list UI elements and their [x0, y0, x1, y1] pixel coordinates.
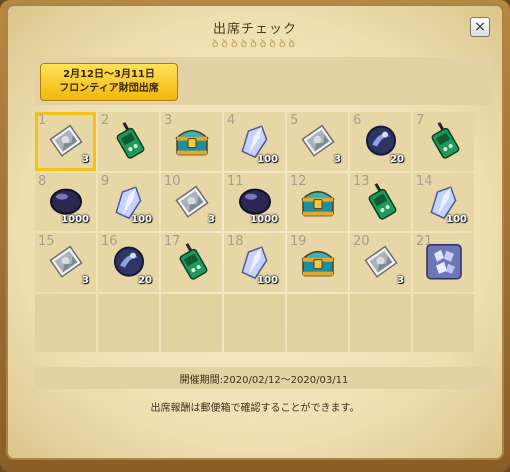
reward-cell-day-19[interactable]: 19 [287, 233, 348, 292]
empty-cell [350, 293, 411, 352]
day-number: 2 [101, 113, 110, 128]
attendance-calendar: 1 3 2 3 4 100 5 3 6 20 7 8 1000 9 100 10 3 11 1000 12 13 14 10… [35, 112, 476, 360]
reward-cell-day-10[interactable]: 10 3 [161, 172, 222, 231]
reward-cell-day-1[interactable]: 13 [35, 112, 96, 171]
reward-cell-day-7[interactable]: 7 [413, 112, 474, 171]
radio-icon [427, 122, 461, 164]
event-tab-button[interactable]: 2月12日～3月11日 フロンティア財団出席 [40, 63, 178, 101]
item-quantity: 100 [131, 214, 152, 225]
empty-cell [413, 293, 474, 352]
radio-icon [112, 122, 146, 164]
item-quantity: 20 [138, 274, 152, 286]
empty-cell [224, 293, 285, 352]
day-number: 5 [290, 113, 299, 128]
item-quantity: 1000 [61, 214, 89, 225]
reward-cell-day-11[interactable]: 11 1000 [224, 172, 285, 231]
chest-icon [298, 243, 338, 285]
reward-cell-day-21[interactable]: 21 [413, 233, 474, 292]
radio-icon [175, 243, 209, 285]
day-number: 4 [227, 113, 236, 128]
reward-cell-day-6[interactable]: 6 20 [350, 112, 411, 171]
day-number: 8 [38, 173, 47, 189]
reward-cell-day-9[interactable]: 9 100 [98, 172, 159, 231]
chest-icon [298, 182, 338, 224]
reward-cell-day-20[interactable]: 20 3 [350, 233, 411, 292]
reward-cell-day-13[interactable]: 13 [350, 172, 411, 231]
item-quantity: 3 [208, 214, 215, 225]
event-name: フロンティア財団出席 [59, 83, 159, 94]
photo-icon [47, 122, 85, 164]
reward-cell-day-18[interactable]: 18 100 [224, 233, 285, 292]
photo-icon [47, 243, 85, 285]
day-number: 9 [101, 173, 110, 189]
event-period: 開催期間:2020/02/12～2020/03/11 [35, 367, 493, 389]
item-quantity: 100 [257, 274, 278, 286]
close-icon: × [474, 19, 486, 35]
radio-icon [364, 182, 398, 224]
empty-cell [98, 293, 159, 352]
photo-icon [299, 122, 337, 164]
day-number: 6 [353, 113, 362, 128]
reward-cell-day-8[interactable]: 8 1000 [35, 172, 96, 231]
event-date-range: 2月12日～3月11日 [63, 69, 155, 80]
item-quantity: 100 [446, 214, 467, 225]
chest-icon [172, 122, 212, 164]
reward-cell-day-16[interactable]: 16 20 [98, 233, 159, 292]
reward-cell-day-3[interactable]: 3 [161, 112, 222, 171]
item-quantity: 20 [390, 153, 404, 165]
reward-cell-day-14[interactable]: 14 100 [413, 172, 474, 231]
reward-cell-day-12[interactable]: 12 [287, 172, 348, 231]
close-button[interactable]: × [470, 17, 490, 37]
reward-cell-day-17[interactable]: 17 [161, 233, 222, 292]
item-quantity: 100 [257, 153, 278, 165]
empty-cell [287, 293, 348, 352]
photo-icon [173, 182, 211, 224]
photo-icon [362, 243, 400, 285]
item-quantity: 3 [82, 153, 89, 165]
title-ornament: ꝺꝺꝺꝺꝺꝺꝺꝺꝺ [211, 37, 299, 50]
empty-cell [35, 293, 96, 352]
reward-cell-day-4[interactable]: 4 100 [224, 112, 285, 171]
empty-cell [161, 293, 222, 352]
item-quantity: 1000 [250, 214, 278, 225]
day-number: 7 [416, 113, 425, 128]
item-quantity: 3 [397, 274, 404, 286]
reward-cell-day-15[interactable]: 15 3 [35, 233, 96, 292]
reward-note: 出席報酬は郵便箱で確認することができます。 [150, 403, 360, 414]
reward-cell-day-5[interactable]: 53 [287, 112, 348, 171]
item-quantity: 3 [82, 274, 89, 286]
crystal-bundle-icon [424, 242, 464, 286]
day-number: 1 [38, 113, 47, 128]
item-quantity: 3 [334, 153, 341, 165]
window-title: 出席チェック [212, 22, 297, 37]
reward-cell-day-2[interactable]: 2 [98, 112, 159, 171]
